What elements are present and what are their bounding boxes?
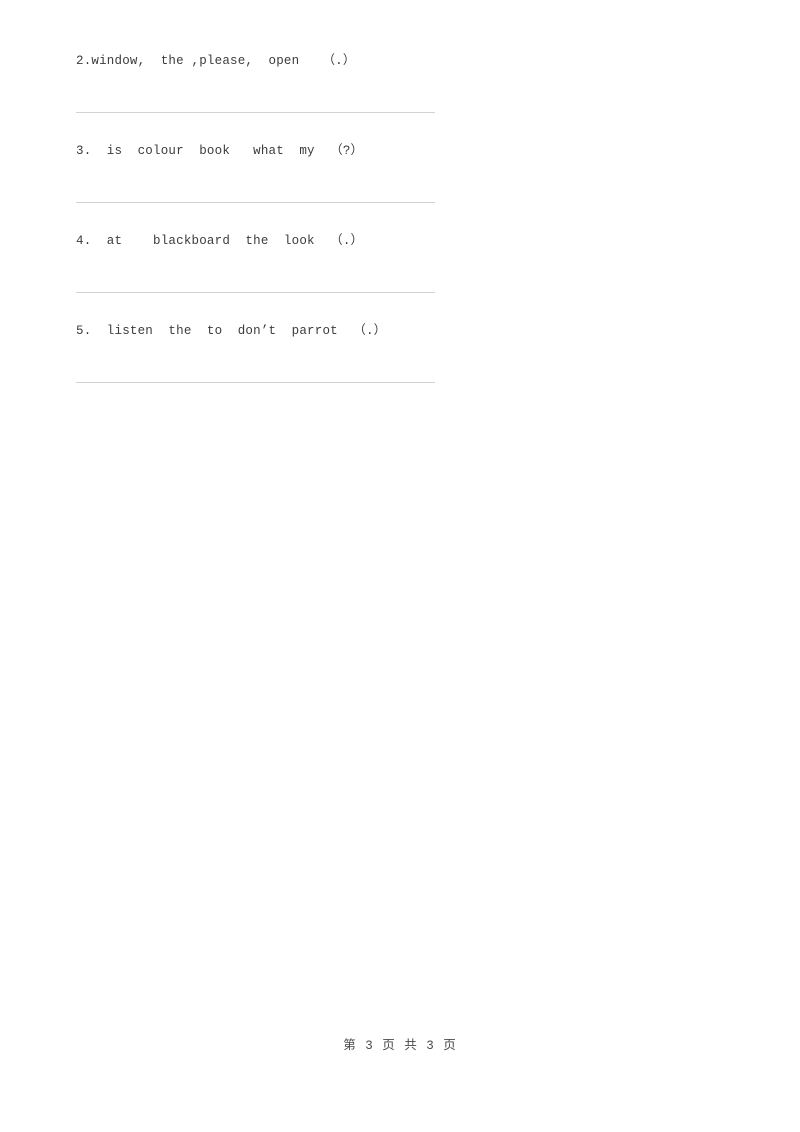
question-text: 3. is colour book what my （?）	[76, 144, 364, 158]
document-page: 2.window, the ,please, open （.） 3. is co…	[0, 0, 800, 1132]
question-item: 4. at blackboard the look （.）	[76, 232, 736, 322]
answer-writing-line	[76, 292, 435, 293]
answer-writing-line	[76, 382, 435, 383]
question-text: 4. at blackboard the look （.）	[76, 234, 364, 248]
page-number-label: 第 3 页 共 3 页	[343, 1039, 457, 1053]
question-item: 2.window, the ,please, open （.）	[76, 52, 736, 142]
question-item: 3. is colour book what my （?）	[76, 142, 736, 232]
answer-writing-line	[76, 112, 435, 113]
question-text: 2.window, the ,please, open （.）	[76, 54, 356, 68]
question-text: 5. listen the to don’t parrot （.）	[76, 324, 387, 338]
page-footer: 第 3 页 共 3 页	[0, 1034, 800, 1054]
answer-writing-line	[76, 202, 435, 203]
question-item: 5. listen the to don’t parrot （.）	[76, 322, 736, 412]
questions-list: 2.window, the ,please, open （.） 3. is co…	[76, 52, 736, 412]
